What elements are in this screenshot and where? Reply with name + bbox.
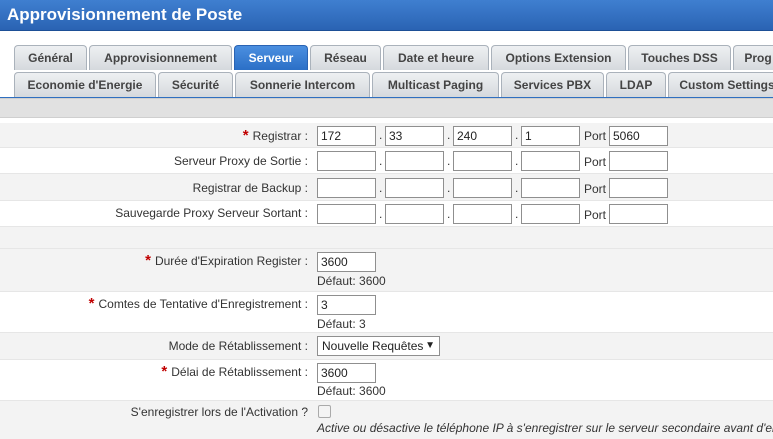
tab-ldap[interactable]: LDAP <box>606 72 666 97</box>
tab-intercom-ring[interactable]: Sonnerie Intercom <box>235 72 370 97</box>
outbound-proxy-port-input[interactable] <box>609 151 668 171</box>
tab-multicast-paging[interactable]: Multicast Paging <box>372 72 499 97</box>
tab-custom-settings[interactable]: Custom Settings <box>668 72 773 97</box>
recovery-delay-label: Délai de Rétablissement <box>171 365 302 379</box>
tab-network[interactable]: Réseau <box>310 45 381 70</box>
recovery-delay-input[interactable]: 3600 <box>317 363 376 383</box>
registrar-port-label: Port <box>584 129 607 143</box>
registrar-label: Registrar <box>252 129 302 143</box>
dropdown-arrow-icon: ▼ <box>425 340 435 351</box>
page-title: Approvisionnement de Poste <box>7 5 243 24</box>
outbound-proxy-ip-4[interactable] <box>521 151 580 171</box>
spacer-row <box>0 227 773 249</box>
recovery-mode-row: Mode de Rétablissement : Nouvelle Requêt… <box>0 333 773 360</box>
required-marker: * <box>145 252 151 269</box>
tab-pbx-services[interactable]: Services PBX <box>501 72 604 97</box>
outbound-proxy-ip-1[interactable] <box>317 151 376 171</box>
register-retry-row: * Comtes de Tentative d'Enregistrement : … <box>0 292 773 333</box>
recovery-mode-label: Mode de Rétablissement <box>168 339 302 353</box>
outbound-proxy-label: Serveur Proxy de Sortie <box>173 154 302 168</box>
backup-registrar-ip-4[interactable] <box>521 178 580 198</box>
register-retry-input[interactable]: 3 <box>317 295 376 315</box>
backup-outbound-proxy-port-input[interactable] <box>609 204 668 224</box>
title-bar: Approvisionnement de Poste <box>0 0 773 31</box>
provisioning-page: Approvisionnement de Poste Général Appro… <box>0 0 773 439</box>
backup-registrar-ip-3[interactable] <box>453 178 512 198</box>
registrar-ip-2[interactable]: 33 <box>385 126 444 146</box>
recovery-mode-value: Nouvelle Requêtes <box>322 339 424 353</box>
tab-general[interactable]: Général <box>14 45 87 70</box>
backup-outbound-proxy-ip-2[interactable] <box>385 204 444 224</box>
backup-outbound-proxy-ip-1[interactable] <box>317 204 376 224</box>
tab-bar: Général Approvisionnement Serveur Réseau… <box>0 31 773 99</box>
register-expiration-row: * Durée d'Expiration Register : 3600 Défa… <box>0 249 773 292</box>
registrar-ip-1[interactable]: 172 <box>317 126 376 146</box>
required-marker: * <box>242 127 249 144</box>
required-marker: * <box>161 363 168 380</box>
outbound-proxy-ip-2[interactable] <box>385 151 444 171</box>
tab-prog[interactable]: Prog <box>733 45 773 70</box>
tab-security[interactable]: Sécurité <box>158 72 233 97</box>
backup-registrar-row: Registrar de Backup : . . . Port <box>0 174 773 201</box>
tab-date-time[interactable]: Date et heure <box>383 45 489 70</box>
section-header-band <box>0 98 773 118</box>
tab-extension-options[interactable]: Options Extension <box>491 45 626 70</box>
recovery-mode-select[interactable]: Nouvelle Requêtes ▼ <box>317 336 440 356</box>
register-on-activation-row: S'enregistrer lors de l'Activation ? Act… <box>0 401 773 439</box>
register-expiration-default: Défaut: 3600 <box>317 274 386 288</box>
recovery-delay-default: Défaut: 3600 <box>317 384 386 398</box>
register-on-activation-checkbox[interactable] <box>318 405 331 418</box>
tab-dss-keys[interactable]: Touches DSS <box>628 45 731 70</box>
registrar-ip-4[interactable]: 1 <box>521 126 580 146</box>
register-on-activation-label: S'enregistrer lors de l'Activation ? <box>130 405 308 419</box>
tab-provisioning[interactable]: Approvisionnement <box>89 45 232 70</box>
registrar-row: * Registrar : 172 . 33 . 240 . 1 Port 506… <box>0 123 773 148</box>
backup-outbound-proxy-port-label: Port <box>584 208 607 222</box>
registrar-port-input[interactable]: 5060 <box>609 126 668 146</box>
register-expiration-input[interactable]: 3600 <box>317 252 376 272</box>
backup-outbound-proxy-row: Sauvegarde Proxy Serveur Sortant : . . .… <box>0 201 773 227</box>
outbound-proxy-row: Serveur Proxy de Sortie : . . . Port <box>0 148 773 174</box>
register-expiration-label: Durée d'Expiration Register <box>154 254 302 268</box>
register-retry-default: Défaut: 3 <box>317 317 366 331</box>
tab-power-saving[interactable]: Economie d'Energie <box>14 72 156 97</box>
backup-registrar-port-label: Port <box>584 182 607 196</box>
required-marker: * <box>88 295 95 312</box>
outbound-proxy-port-label: Port <box>584 155 607 169</box>
backup-registrar-ip-2[interactable] <box>385 178 444 198</box>
outbound-proxy-ip-3[interactable] <box>453 151 512 171</box>
backup-outbound-proxy-ip-4[interactable] <box>521 204 580 224</box>
backup-registrar-port-input[interactable] <box>609 178 668 198</box>
register-retry-label: Comtes de Tentative d'Enregistrement <box>98 297 302 311</box>
recovery-delay-row: * Délai de Rétablissement : 3600 Défaut: … <box>0 360 773 401</box>
backup-registrar-label: Registrar de Backup <box>192 181 302 195</box>
backup-registrar-ip-1[interactable] <box>317 178 376 198</box>
register-on-activation-note: Active ou désactive le téléphone IP à s'… <box>317 421 773 435</box>
backup-outbound-proxy-label: Sauvegarde Proxy Serveur Sortant <box>115 206 302 220</box>
backup-outbound-proxy-ip-3[interactable] <box>453 204 512 224</box>
tab-server[interactable]: Serveur <box>234 45 308 70</box>
registrar-ip-3[interactable]: 240 <box>453 126 512 146</box>
